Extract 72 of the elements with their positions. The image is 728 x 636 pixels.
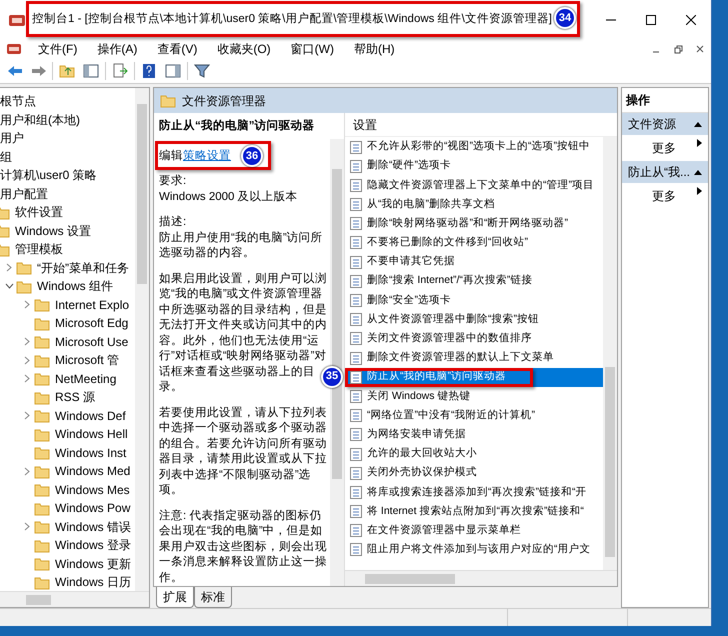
tree-item[interactable]: Windows Pow (55, 499, 130, 518)
tree-item[interactable]: Windows Hell (55, 425, 128, 444)
action-group-header[interactable]: 防止从“我... (622, 161, 708, 183)
tree-item[interactable]: Windows 日历 (55, 573, 132, 592)
setting-row[interactable]: 关闭 Windows 键热键 (345, 386, 603, 406)
description-text: Windows 2000 及以上版本 (159, 190, 299, 205)
tree-item[interactable]: Microsoft Use (55, 332, 128, 351)
description-text: 要求: (159, 174, 188, 190)
tree-item[interactable]: Windows Inst (55, 444, 126, 462)
tree-item[interactable]: Windows 登录 (55, 536, 132, 554)
tree-item[interactable]: 用户配置 (0, 184, 48, 203)
edit-label: 编辑 (159, 148, 183, 164)
tree-item[interactable]: Windows Mes (55, 480, 130, 499)
setting-row[interactable]: 关闭文件资源管理器中的数值排序 (345, 329, 603, 348)
tree-item[interactable]: NetMeeting (55, 370, 116, 388)
view-tab[interactable]: 标准 (194, 586, 232, 608)
menu-item[interactable]: 查看(V) (147, 40, 208, 58)
menu-item[interactable]: 窗口(W) (280, 40, 344, 58)
setting-row[interactable]: 为网络安装申请凭据 (345, 425, 603, 444)
menu-item[interactable]: 文件(F) (28, 40, 88, 58)
tree-item[interactable]: Windows 错误 (55, 518, 132, 536)
tree-item[interactable]: RSS 源 (55, 388, 96, 406)
policy-settings-link[interactable]: 策略设置 (183, 148, 231, 164)
description-text: 若要使用此设置，请从下拉列表中选择一个驱动器或多个驱动器的组合。若要允许访问所有驱动器目录，请禁用此设置或从下拉列表中选择“不限制驱动器”选项。 (159, 406, 328, 498)
setting-row[interactable]: 隐藏文件资源管理器上下文菜单中的“管理”项目 (345, 176, 603, 195)
setting-row[interactable]: 将库或搜索连接器添加到“再次搜索”链接和“开 (345, 482, 603, 502)
description-text: 防止用户使用“我的电脑”访问所选驱动器的内容。 (159, 230, 324, 262)
tree-item[interactable]: “开始”菜单和任务 (37, 258, 129, 277)
tree-item[interactable]: 管理模板 (15, 240, 63, 258)
setting-row[interactable]: 不要申请其它凭据 (345, 252, 603, 272)
description-text: 描述: (159, 215, 188, 230)
setting-row[interactable]: 在文件资源管理器中显示菜单栏 (345, 521, 603, 540)
tree-item[interactable]: 根节点 (0, 92, 36, 110)
tree-item[interactable]: 用户和组(本地) (0, 110, 80, 129)
tree-item[interactable]: Internet Explo (55, 296, 130, 314)
setting-row[interactable]: 删除“搜索 Internet”/“再次搜索”链接 (345, 272, 603, 291)
panel-title: 文件资源管理器 (182, 92, 266, 110)
setting-row[interactable]: 删除文件资源管理器的默认上下文菜单 (345, 348, 603, 368)
setting-row[interactable]: “网络位置”中没有“我附近的计算机” (345, 406, 603, 426)
setting-row[interactable]: 关闭外壳协议保护模式 (345, 464, 603, 483)
tree-item[interactable]: Windows 设置 (15, 222, 92, 240)
menu-item[interactable]: 帮助(H) (344, 40, 405, 58)
view-tab[interactable]: 扩展 (156, 586, 194, 608)
tree-item[interactable]: Microsoft Edg (55, 314, 128, 332)
setting-row[interactable]: 从文件资源管理器中删除“搜索”按钮 (345, 310, 603, 330)
tree-item[interactable]: 软件设置 (15, 203, 63, 222)
tree-item[interactable]: Windows 更新 (55, 554, 132, 573)
setting-row[interactable]: 不允许从彩带的“视图”选项卡上的“选项”按钮中 (345, 137, 603, 157)
setting-row[interactable]: 从“我的电脑”删除共享文档 (345, 194, 603, 214)
setting-row[interactable]: 不要将已删除的文件移到“回收站” (345, 233, 603, 253)
setting-row[interactable]: 删除“安全”选项卡 (345, 290, 603, 310)
setting-row[interactable]: 删除“硬件”选项卡 (345, 156, 603, 176)
tree-item[interactable]: Windows 组件 (37, 277, 114, 296)
tree-item[interactable]: Windows Def (55, 406, 126, 425)
tree-item[interactable]: Windows Med (55, 462, 130, 480)
menu-item[interactable]: 收藏夹(O) (207, 40, 281, 58)
column-header[interactable]: 设置 (345, 113, 617, 138)
setting-row[interactable]: 将 Internet 搜索站点附加到“再次搜索”链接和“ (345, 502, 603, 522)
tree-item[interactable]: 组 (0, 148, 12, 166)
tree-item[interactable]: Microsoft 管 (55, 351, 120, 370)
window-title: 控制台1 - [控制台根节点\本地计算机\user0 策略\用户配置\管理模板\Windows 组件\文件资源管理器] (32, 11, 552, 28)
action-group-header[interactable]: 文件资源 (622, 113, 708, 135)
tree-item[interactable]: 计算机\user0 策略 (0, 166, 97, 184)
menu-item[interactable]: 操作(A) (87, 40, 148, 58)
setting-row[interactable]: 允许的最大回收站大小 (345, 444, 603, 464)
more-actions-link[interactable]: 更多 (622, 135, 708, 161)
setting-row[interactable]: 阻止用户将文件添加到与该用户对应的“用户文 (345, 540, 603, 560)
tree-item[interactable]: 用户 (0, 129, 24, 148)
description-text: 注意: 代表指定驱动器的图标仍会出现在“我的电脑”中，但是如果用户双击这些图标，则会出现一条消息来解释设置防止这一操作。 (159, 508, 328, 586)
more-actions-link[interactable]: 更多 (622, 183, 708, 209)
setting-row[interactable]: 删除“映射网络驱动器”和“断开网络驱动器” (345, 214, 603, 234)
detail-title: 防止从“我的电脑”访问驱动器 (159, 119, 316, 134)
